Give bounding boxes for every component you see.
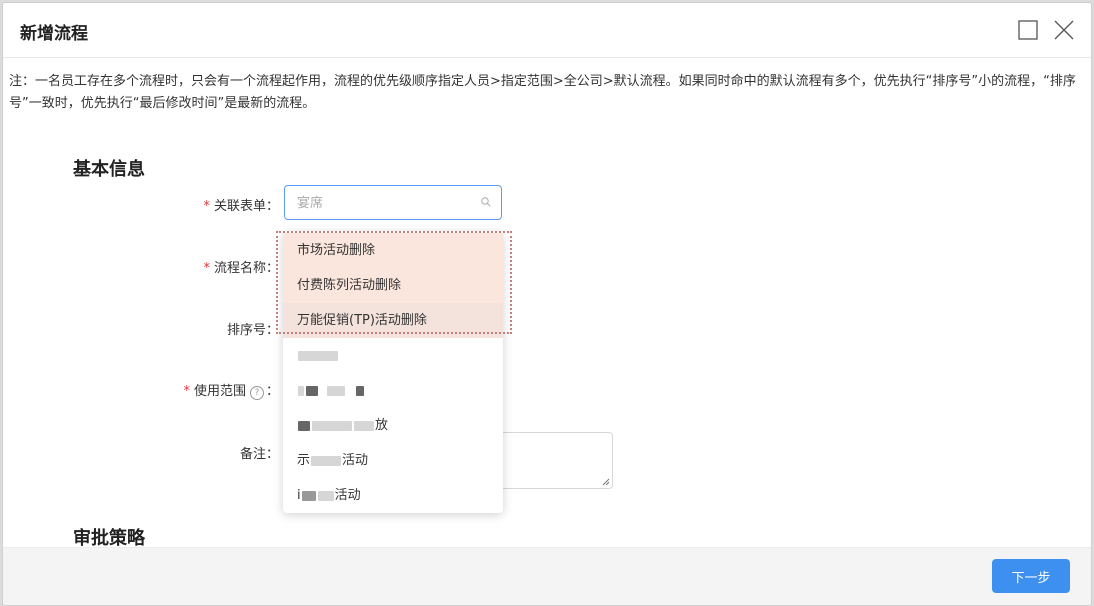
redacted-text xyxy=(298,385,304,396)
option-text: 放 xyxy=(375,418,389,433)
dropdown-option[interactable]: i 活动 xyxy=(283,478,503,513)
maximize-icon[interactable] xyxy=(1017,19,1039,41)
required-mark: * xyxy=(183,384,190,399)
associated-form-input[interactable] xyxy=(295,186,479,221)
help-icon[interactable]: ? xyxy=(249,386,264,400)
dialog-footer: 下一步 xyxy=(3,547,1091,605)
colon: ： xyxy=(265,199,279,214)
order-number-row: 排序号： xyxy=(183,319,279,338)
dropdown-option[interactable]: 示 活动 xyxy=(283,443,503,478)
associated-form-label: 关联表单 xyxy=(213,199,266,214)
next-step-button[interactable]: 下一步 xyxy=(992,559,1070,593)
associated-form-search[interactable] xyxy=(284,185,502,221)
dropdown-option[interactable] xyxy=(283,338,503,373)
colon: ： xyxy=(265,323,279,338)
redacted-text xyxy=(327,385,345,396)
dialog-title: 新增流程 xyxy=(20,24,88,44)
colon: ： xyxy=(265,261,279,276)
section-title-basic: 基本信息 xyxy=(73,159,145,180)
remark-row: 备注： xyxy=(183,443,279,462)
usage-scope-row: * 使用范围?： xyxy=(163,380,279,400)
remark-label: 备注 xyxy=(239,447,266,462)
dropdown-option[interactable]: 市场活动删除 xyxy=(283,233,503,268)
redacted-text xyxy=(312,420,352,431)
colon: ： xyxy=(265,447,279,462)
dropdown-option[interactable] xyxy=(283,373,503,408)
redacted-text xyxy=(354,420,374,431)
option-text: 示 xyxy=(297,453,311,468)
redacted-text xyxy=(298,420,310,431)
order-number-label: 排序号 xyxy=(226,323,266,338)
remark-textarea[interactable] xyxy=(497,432,613,489)
process-name-row: * 流程名称： xyxy=(183,257,279,276)
new-process-dialog: 新增流程 注：一名员工存在多个流程时，只会有一个流程起作用，流程的优先级顺序指定… xyxy=(2,2,1092,606)
required-mark: * xyxy=(203,261,210,276)
redacted-text xyxy=(306,385,318,396)
required-mark: * xyxy=(203,199,210,214)
dropdown-option[interactable]: 付费陈列活动删除 xyxy=(283,268,503,303)
close-icon[interactable] xyxy=(1053,19,1075,41)
search-icon xyxy=(481,197,491,207)
redacted-text xyxy=(317,490,334,501)
dialog-header: 新增流程 xyxy=(3,3,1091,58)
option-text: i xyxy=(297,488,301,503)
usage-scope-label: 使用范围 xyxy=(193,384,246,399)
redacted-text xyxy=(311,455,342,466)
option-text: 活动 xyxy=(334,488,361,503)
redacted-text xyxy=(356,385,364,396)
redacted-text xyxy=(298,350,338,361)
redacted-text xyxy=(301,490,316,501)
colon: ： xyxy=(265,384,279,399)
process-name-label: 流程名称 xyxy=(213,261,266,276)
dropdown-option[interactable]: 放 xyxy=(283,408,503,443)
process-priority-note: 注：一名员工存在多个流程时，只会有一个流程起作用，流程的优先级顺序指定人员>指定… xyxy=(9,74,1076,111)
dropdown-option[interactable]: 万能促销(TP)活动删除 xyxy=(283,303,503,338)
form-options-dropdown: 市场活动删除 付费陈列活动删除 万能促销(TP)活动删除 放 示活动 i 活动 xyxy=(283,231,503,513)
resize-grip-icon[interactable] xyxy=(602,478,610,486)
form-label-row: * 关联表单： xyxy=(183,195,279,214)
option-text: 活动 xyxy=(342,453,369,468)
